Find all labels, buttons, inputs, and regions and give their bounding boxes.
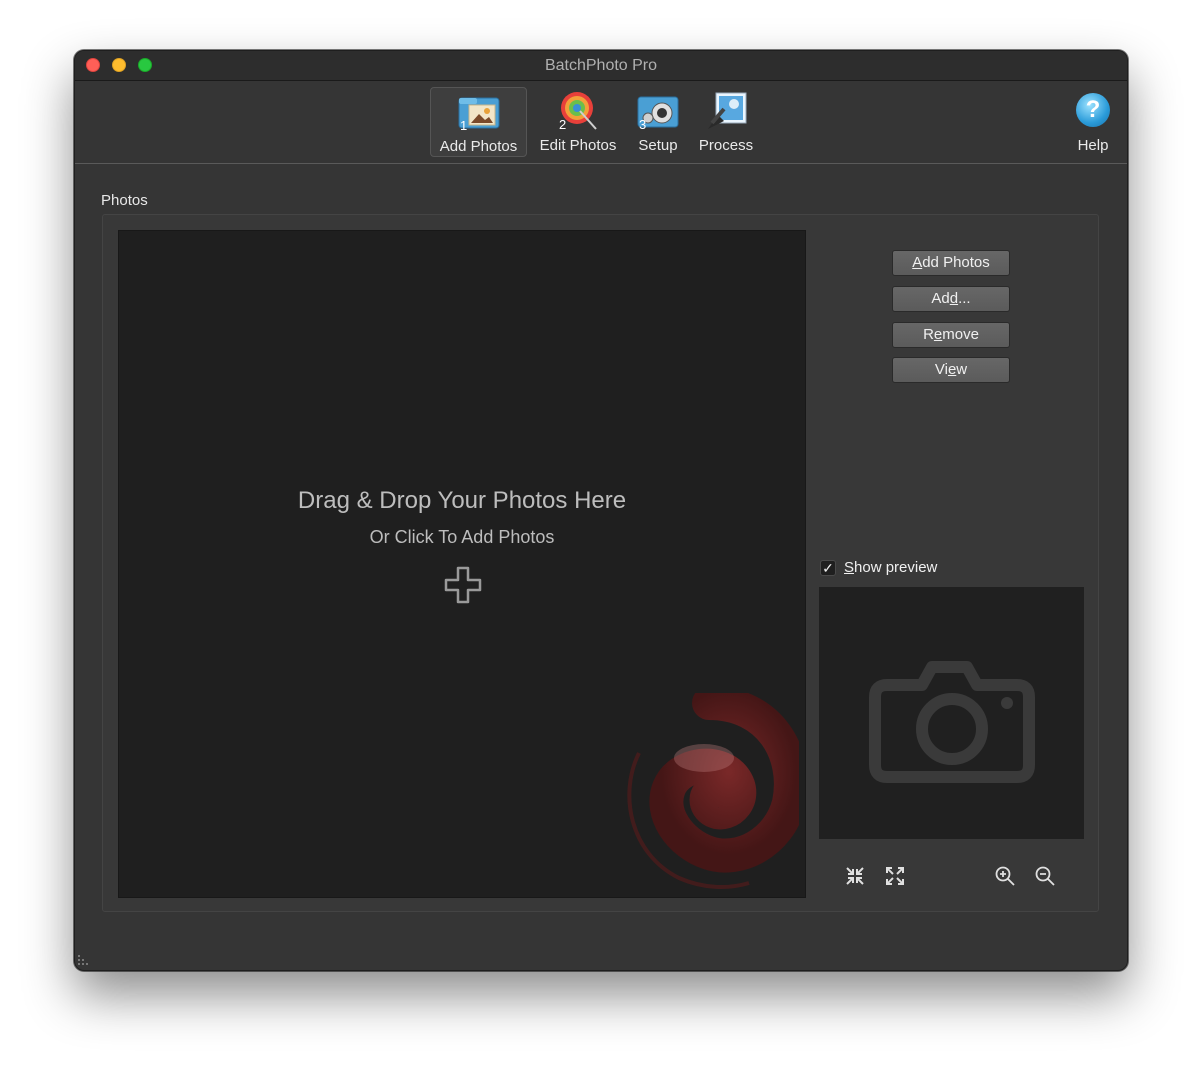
- photo-drop-zone[interactable]: Drag & Drop Your Photos Here Or Click To…: [118, 230, 806, 898]
- toolbar-add-photos-label: Add Photos: [439, 138, 518, 155]
- window-title: BatchPhoto Pro: [544, 57, 658, 74]
- edit-photos-step-2-icon: 2: [559, 92, 597, 131]
- toolbar-setup-label: Setup: [638, 137, 678, 154]
- help-icon: ?: [1076, 93, 1110, 127]
- setup-step-3-icon: 3: [637, 96, 679, 131]
- toolbar-edit-photos[interactable]: 2 Edit Photos: [533, 87, 623, 157]
- toolbar-help-label: Help: [1077, 137, 1109, 154]
- view-button[interactable]: View: [892, 357, 1010, 383]
- svg-text:2: 2: [559, 117, 566, 131]
- camera-icon: [869, 661, 1035, 783]
- drop-zone-subtitle: Or Click To Add Photos: [369, 527, 555, 547]
- add-photos-step-1-icon: 1: [458, 97, 499, 132]
- swirl-logo-icon: [627, 693, 799, 890]
- zoom-out-icon[interactable]: [1034, 865, 1056, 887]
- toolbar-setup[interactable]: 3 Setup: [631, 87, 685, 157]
- svg-text:3: 3: [639, 117, 646, 131]
- toolbar-process[interactable]: Process: [693, 87, 759, 157]
- remove-button[interactable]: Remove: [892, 322, 1010, 348]
- resize-grip-icon[interactable]: [77, 954, 91, 968]
- show-preview-checkbox[interactable]: ✓: [820, 560, 836, 576]
- show-preview-label[interactable]: Show preview: [844, 559, 937, 576]
- toolbar-edit-photos-label: Edit Photos: [539, 137, 617, 154]
- title-bar: BatchPhoto Pro: [75, 51, 1127, 81]
- shrink-icon[interactable]: [844, 865, 866, 887]
- toolbar-help[interactable]: ? Help: [1068, 87, 1118, 157]
- add-button[interactable]: Add...: [892, 286, 1010, 312]
- zoom-in-icon[interactable]: [994, 865, 1016, 887]
- drop-zone-title: Drag & Drop Your Photos Here: [297, 487, 627, 514]
- toolbar-add-photos[interactable]: 1 Add Photos: [430, 87, 527, 157]
- expand-icon[interactable]: [884, 865, 906, 887]
- photos-section-label: Photos: [101, 192, 148, 209]
- plus-icon: [444, 566, 482, 604]
- preview-pane: [819, 587, 1084, 839]
- add-photos-button[interactable]: Add Photos: [892, 250, 1010, 276]
- app-window: BatchPhoto Pro 1 Add Photos 2 Edit Photo…: [74, 50, 1128, 971]
- toolbar-process-label: Process: [698, 137, 754, 154]
- process-icon: [708, 92, 747, 129]
- svg-text:1: 1: [460, 118, 467, 132]
- main-toolbar: 1 Add Photos 2 Edit Photos 3 Setup Proce…: [75, 81, 1127, 164]
